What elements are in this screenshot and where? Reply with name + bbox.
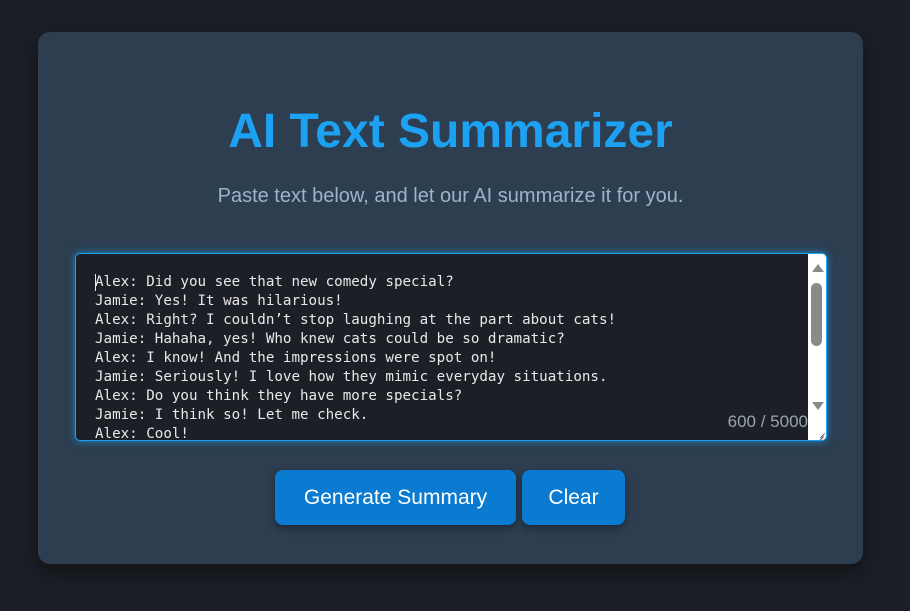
text-input-container: Alex: Did you see that new comedy specia… [75, 253, 827, 441]
generate-summary-button[interactable]: Generate Summary [275, 470, 516, 525]
text-cursor [95, 274, 96, 291]
page-subtitle: Paste text below, and let our AI summari… [217, 185, 684, 207]
resize-grip-icon[interactable] [813, 427, 825, 439]
character-counter: 600 / 5000 [727, 412, 808, 431]
scrollbar-thumb[interactable] [811, 283, 822, 346]
text-input[interactable]: Alex: Did you see that new comedy specia… [76, 254, 806, 440]
vertical-scrollbar[interactable] [808, 254, 826, 440]
scroll-down-arrow-icon[interactable] [812, 402, 824, 410]
summarizer-card: AI Text Summarizer Paste text below, and… [38, 32, 863, 564]
clear-button[interactable]: Clear [522, 470, 625, 525]
scroll-up-arrow-icon[interactable] [812, 264, 824, 272]
page-title: AI Text Summarizer [228, 105, 673, 158]
